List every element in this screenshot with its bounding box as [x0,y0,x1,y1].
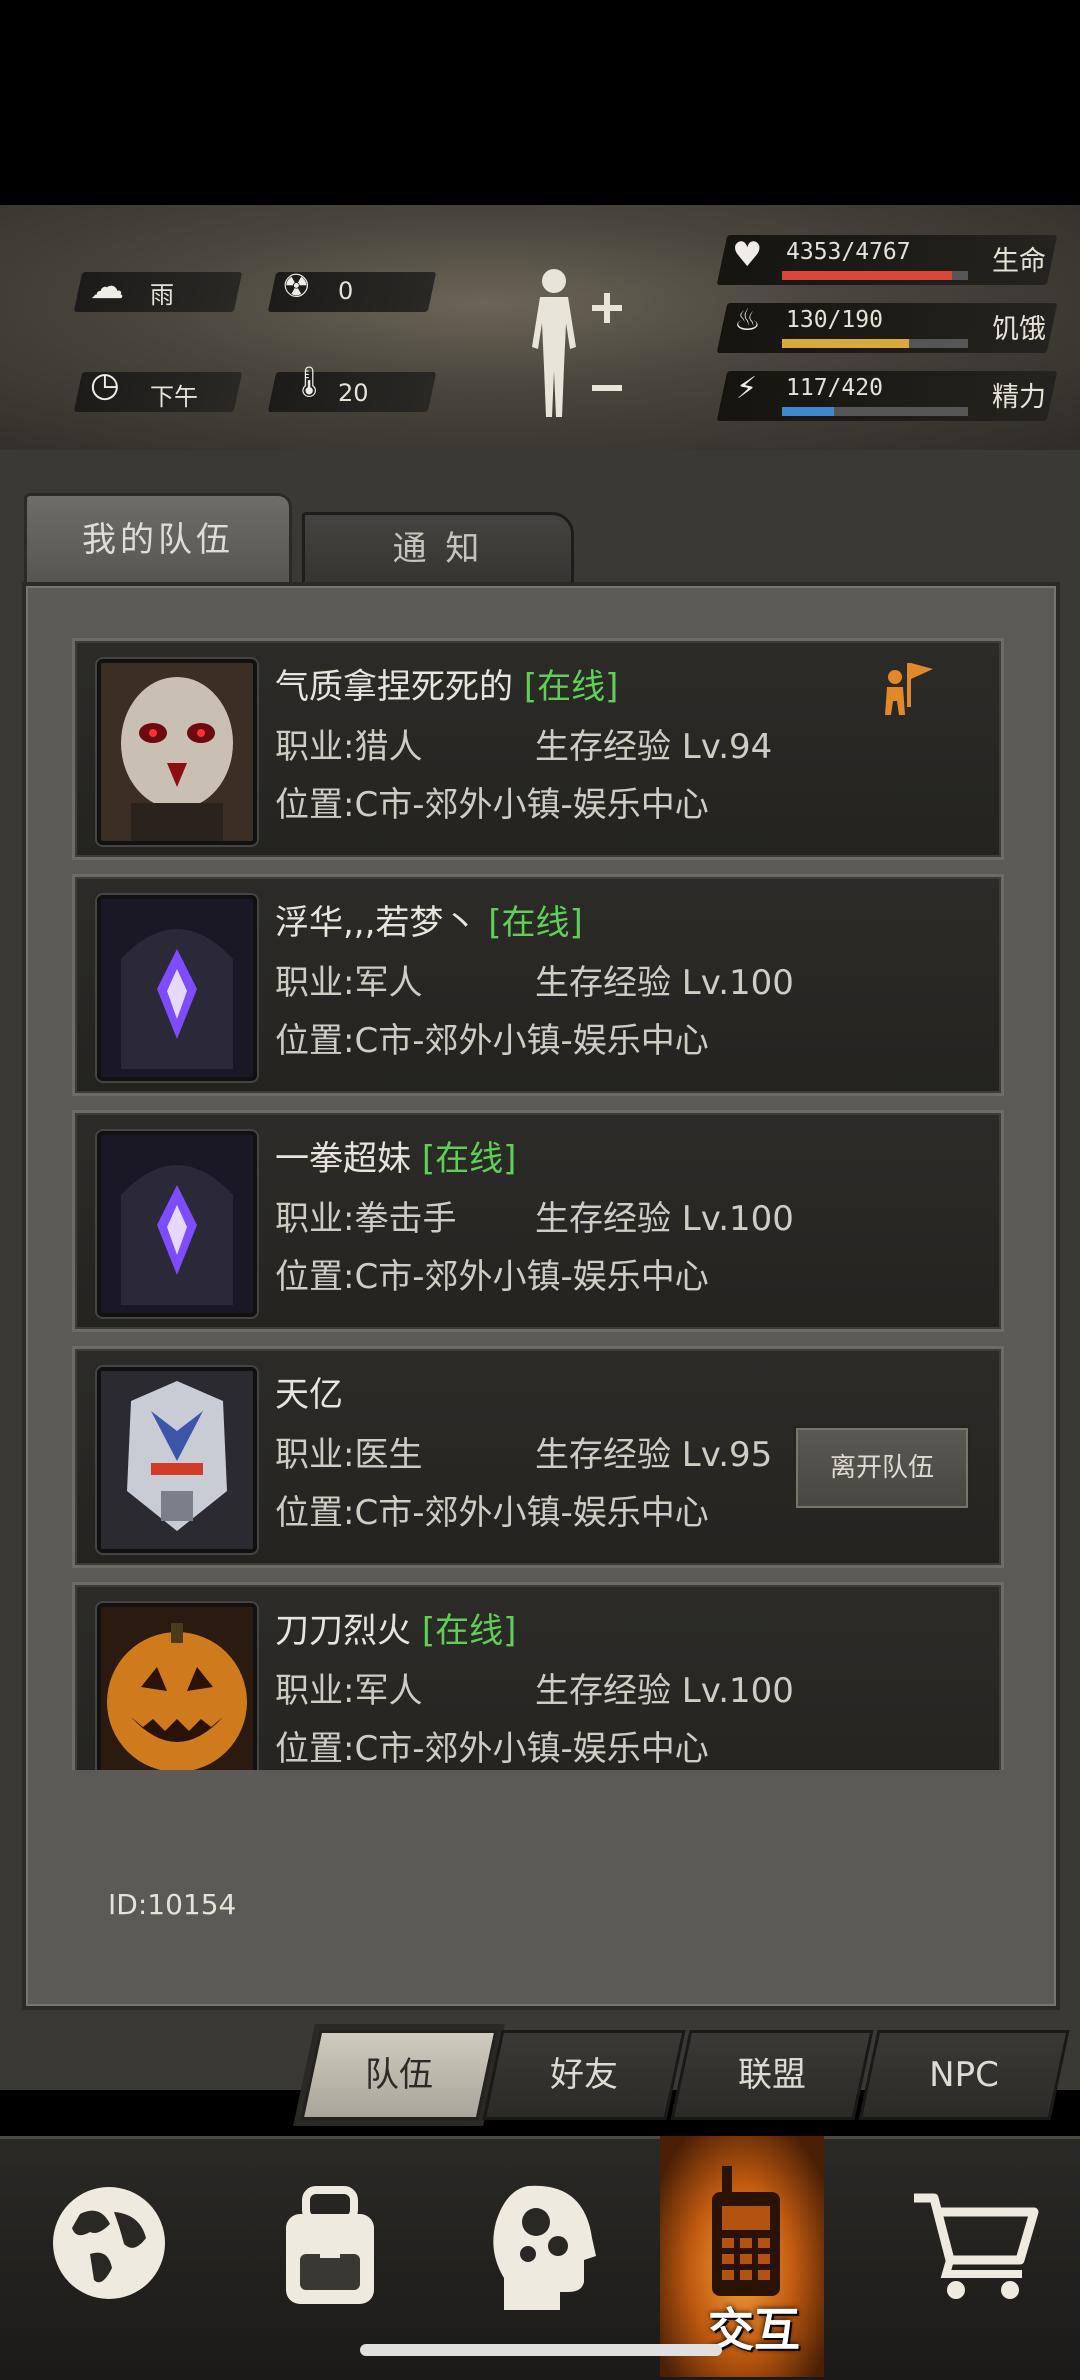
radiation-icon: ☢ [282,267,311,305]
tab-notice[interactable]: 通 知 [302,512,574,586]
nav-backpack[interactable] [252,2136,416,2377]
globe-icon [53,2187,165,2299]
nav-shop[interactable] [880,2136,1044,2377]
subtab-alliance[interactable]: 联盟 [670,2030,874,2120]
clock-icon: ◷ [90,365,120,405]
head-gears-icon [493,2185,596,2310]
member-name: 一拳超妹 [在线] [275,1131,516,1180]
member-exp: 生存经验 Lv.100 [535,963,794,1003]
member-name-text: 浮华,,,若梦丶 [275,903,478,943]
member-card[interactable]: 天亿 职业:医生 生存经验 Lv.95 位置:C市-郊外小镇-娱乐中心 离开队伍 [72,1346,1004,1568]
member-name-text: 刀刀烈火 [275,1611,411,1651]
robot-helmet-avatar [101,1371,253,1549]
member-name: 浮华,,,若梦丶 [在线] [275,895,583,944]
subtab-friends-label: 好友 [550,2055,618,2095]
leave-team-button[interactable]: 离开队伍 [793,1425,971,1511]
subtab-team-label: 队伍 [365,2055,433,2095]
online-status: [在线] [421,1139,517,1179]
member-exp: 生存经验 Lv.100 [535,1199,794,1239]
health-bar [782,271,968,280]
subtab-alliance-label: 联盟 [738,2055,806,2095]
avatar [97,659,257,845]
member-job: 职业:军人 [275,963,423,1003]
avatar [97,1131,257,1317]
member-location: 位置:C市-郊外小镇-娱乐中心 [275,1729,709,1769]
member-card[interactable]: 刀刀烈火 [在线] 职业:军人 生存经验 Lv.100 位置:C市-郊外小镇-娱… [72,1582,1004,1770]
member-card[interactable]: 一拳超妹 [在线] 职业:拳击手 生存经验 Lv.100 位置:C市-郊外小镇-… [72,1110,1004,1332]
member-job: 职业:猎人 [275,727,423,767]
member-name: 刀刀烈火 [在线] [275,1603,516,1652]
body-status-icon[interactable] [520,267,630,427]
avatar [97,895,257,1081]
team-member-list[interactable]: 气质拿捏死死的 [在线] 职业:猎人 生存经验 Lv.94 位置:C市-郊外小镇… [72,638,1006,1770]
rain-cloud-icon: ☁ [90,267,124,307]
member-job: 职业:军人 [275,1671,423,1711]
member-location: 位置:C市-郊外小镇-娱乐中心 [275,785,709,825]
shopping-cart-icon [914,2193,1039,2299]
subtab-friends[interactable]: 好友 [482,2030,686,2120]
tab-my-team[interactable]: 我的队伍 [24,493,292,584]
subtab-npc[interactable]: NPC [858,2030,1070,2120]
dark-crystal-avatar [101,1135,253,1313]
energy-value: 117/420 [786,375,883,401]
member-exp: 生存经验 Lv.95 [535,1435,773,1475]
subtab-team[interactable]: 队伍 [300,2030,498,2120]
pumpkin-avatar [101,1607,253,1770]
status-panel: ☁ 雨 ☢ 0 ◷ 下午 🌡 20 ♥ 4353/4767 生命 ♨ 130/1… [0,205,1080,450]
member-name: 气质拿捏死死的 [在线] [275,659,618,708]
member-exp: 生存经验 Lv.94 [535,727,773,767]
walkie-talkie-icon [712,2166,780,2296]
member-location: 位置:C市-郊外小镇-娱乐中心 [275,1257,709,1297]
hunger-value: 130/190 [786,307,883,333]
member-name: 天亿 [275,1375,343,1415]
stomach-icon: ♨ [734,303,761,338]
member-exp: 生存经验 Lv.100 [535,1671,794,1711]
online-status: [在线] [488,903,583,943]
member-card[interactable]: 浮华,,,若梦丶 [在线] 职业:军人 生存经验 Lv.100 位置:C市-郊外… [72,874,1004,1096]
member-job: 职业:拳击手 [275,1199,457,1239]
online-status: [在线] [421,1611,517,1651]
weather-text: 雨 [150,281,174,309]
hunger-label: 饥饿 [992,314,1046,345]
backpack-icon [286,2186,374,2304]
avatar [97,1603,257,1770]
heart-icon: ♥ [732,235,763,275]
member-location: 位置:C市-郊外小镇-娱乐中心 [275,1021,709,1061]
team-leader-flag-icon [885,663,933,715]
subtab-npc-label: NPC [929,2055,999,2095]
time-of-day: 下午 [150,383,198,411]
nav-world-map[interactable] [30,2136,194,2377]
health-label: 生命 [992,246,1046,277]
thermometer-icon: 🌡 [290,365,329,400]
radiation-value: 0 [338,277,354,305]
energy-bar [782,407,968,416]
member-card[interactable]: 气质拿捏死死的 [在线] 职业:猎人 生存经验 Lv.94 位置:C市-郊外小镇… [72,638,1004,860]
nav-skills[interactable] [470,2136,634,2377]
online-status: [在线] [523,667,619,707]
member-name-text: 气质拿捏死死的 [275,667,513,707]
member-job: 职业:医生 [275,1435,423,1475]
energy-bolt-icon: ⚡ [736,371,758,406]
member-location: 位置:C市-郊外小镇-娱乐中心 [275,1493,709,1533]
temperature-value: 20 [338,379,369,407]
energy-label: 精力 [992,382,1046,413]
avatar [97,1367,257,1553]
member-name-text: 一拳超妹 [275,1139,411,1179]
skull-mask-avatar [101,663,253,841]
health-value: 4353/4767 [786,239,911,265]
player-id: ID:10154 [108,1888,237,1921]
dark-crystal-avatar [101,899,253,1077]
home-indicator[interactable] [360,2344,722,2356]
hunger-bar [782,339,968,348]
